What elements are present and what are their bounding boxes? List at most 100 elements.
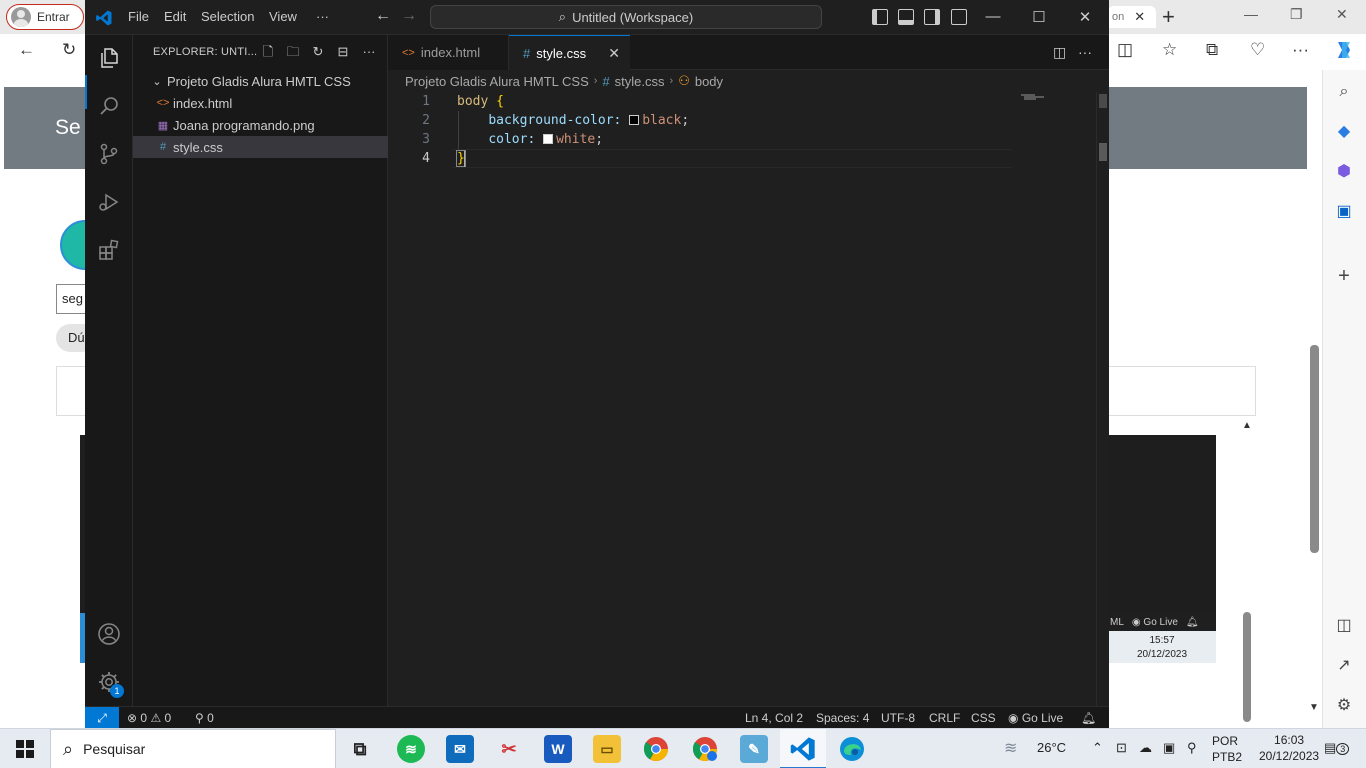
edge-tab[interactable]: on ✕ (1108, 6, 1156, 28)
ports-status[interactable]: ⚲ 0 (195, 711, 214, 725)
menu-selection[interactable]: Selection (201, 9, 254, 24)
go-live-button[interactable]: ◉ Go Live (1008, 711, 1063, 725)
breadcrumb-symbol[interactable]: body (695, 74, 723, 89)
close-icon[interactable]: ✕ (608, 45, 620, 62)
split-editor-icon[interactable]: ◫ (1053, 44, 1066, 61)
more-actions-icon[interactable]: ··· (361, 44, 377, 60)
minimize-icon[interactable]: — (1244, 6, 1258, 22)
notepad-icon[interactable]: ✎ (740, 735, 768, 763)
problems-status[interactable]: ⊗ 0 ⚠ 0 (127, 711, 171, 725)
file-explorer-icon[interactable]: ▭ (593, 735, 621, 763)
gear-icon[interactable]: ⚙ (1334, 696, 1354, 716)
close-icon[interactable]: ✕ (1336, 6, 1348, 23)
page-scrollbar[interactable] (1310, 345, 1319, 553)
close-icon[interactable]: ✕ (1134, 9, 1145, 25)
weather-icon[interactable]: ≋ (1004, 738, 1017, 758)
breadcrumb-file[interactable]: style.css (615, 74, 665, 89)
camera-icon[interactable]: ▣ (1163, 740, 1175, 756)
heart-pulse-icon[interactable]: ♡ (1250, 40, 1265, 60)
indentation-status[interactable]: Spaces: 4 (816, 711, 869, 725)
spotify-icon[interactable]: ≋ (397, 735, 425, 763)
menu-edit[interactable]: Edit (164, 9, 186, 24)
accounts-icon[interactable] (97, 622, 121, 646)
task-view-icon[interactable]: ⧉ (346, 735, 374, 763)
bell-icon[interactable]: 🔔︎ (1081, 711, 1096, 725)
back-icon[interactable]: ← (375, 7, 391, 25)
mail-icon[interactable]: ✉ (446, 735, 474, 763)
tray-app-icon[interactable]: ⊡ (1116, 740, 1127, 756)
scroll-up-icon[interactable]: ▲ (1242, 420, 1252, 431)
refresh-icon[interactable]: ↻ (310, 44, 326, 60)
new-tab-icon[interactable]: + (1162, 4, 1175, 30)
code-editor[interactable]: 1 body { 2 background-color: black; 3 co… (388, 92, 1109, 706)
copilot-icon[interactable] (1332, 38, 1356, 67)
weather-temp[interactable]: 26°C (1037, 740, 1066, 755)
collections-icon[interactable]: ⧉ (1206, 40, 1218, 60)
chevron-up-icon[interactable]: ⌃ (1092, 740, 1103, 756)
split-screen-icon[interactable]: ◫ (1117, 40, 1133, 60)
notification-icon[interactable]: ▤ 3 (1324, 740, 1350, 756)
outlook-icon[interactable]: ▣ (1334, 202, 1354, 222)
search-icon[interactable]: ⌕ (1334, 82, 1354, 102)
tab-style-css[interactable]: # style.css ✕ (509, 35, 630, 70)
language-mode[interactable]: CSS (971, 711, 996, 725)
more-icon[interactable]: ··· (1292, 40, 1309, 60)
network-icon[interactable]: ⚲ (1187, 740, 1197, 756)
collapse-all-icon[interactable]: ⊟ (335, 44, 351, 60)
file-row-style-css[interactable]: # style.css (133, 136, 388, 158)
more-actions-icon[interactable]: ··· (1078, 44, 1092, 60)
cursor-position[interactable]: Ln 4, Col 2 (745, 711, 803, 725)
cloud-icon[interactable]: ☁ (1139, 740, 1152, 756)
toggle-primary-sidebar-icon[interactable] (872, 9, 888, 25)
command-center-search[interactable]: ⌕ Untitled (Workspace) (430, 5, 822, 29)
breadcrumb-folder[interactable]: Projeto Gladis Alura HMTL CSS (405, 74, 589, 89)
customize-layout-icon[interactable] (951, 9, 967, 25)
editor-scrollbar-thumb[interactable] (1099, 94, 1107, 108)
back-icon[interactable]: ← (18, 40, 35, 60)
edge-profile-button[interactable]: Entrar (6, 4, 84, 30)
edge-icon[interactable] (838, 735, 866, 763)
encoding-status[interactable]: UTF-8 (881, 711, 915, 725)
close-icon[interactable]: ✕ (1075, 8, 1095, 26)
maximize-icon[interactable]: ☐ (1029, 8, 1049, 26)
vscode-icon[interactable] (789, 735, 817, 763)
scroll-down-icon[interactable]: ▼ (1309, 702, 1319, 713)
chrome-icon[interactable] (642, 735, 670, 763)
snipping-tool-icon[interactable]: ✂ (495, 735, 523, 763)
folder-row[interactable]: ⌄ Projeto Gladis Alura HMTL CSS (133, 70, 388, 92)
explorer-icon[interactable] (97, 46, 121, 70)
source-control-icon[interactable] (97, 142, 121, 166)
add-icon[interactable]: + (1334, 266, 1354, 286)
run-debug-icon[interactable] (97, 190, 121, 214)
editor-scrollbar[interactable] (1096, 92, 1109, 706)
windows-start-icon[interactable] (16, 740, 34, 758)
menu-more[interactable]: ··· (316, 9, 329, 24)
page-inner-scrollbar[interactable] (1243, 612, 1251, 722)
eol-status[interactable]: CRLF (929, 711, 960, 725)
file-row-image[interactable]: ▦ Joana programando.png (133, 114, 388, 136)
toggle-secondary-sidebar-icon[interactable] (924, 9, 940, 25)
office-icon[interactable]: ⬢ (1334, 162, 1354, 182)
search-icon[interactable] (97, 94, 121, 118)
shopping-icon[interactable]: ◆ (1334, 122, 1354, 142)
color-swatch-white[interactable] (543, 134, 554, 144)
sidebar-toggle-icon[interactable]: ◫ (1334, 616, 1354, 636)
input-language[interactable]: POR PTB2 (1212, 733, 1242, 765)
menu-view[interactable]: View (269, 9, 297, 24)
color-swatch-black[interactable] (629, 115, 640, 125)
toggle-panel-icon[interactable] (898, 9, 914, 25)
restore-icon[interactable]: ❐ (1290, 6, 1303, 23)
refresh-icon[interactable]: ↻ (62, 40, 76, 60)
favorites-icon[interactable]: ☆ (1162, 40, 1177, 60)
taskbar-search[interactable]: ⌕ Pesquisar (50, 729, 336, 768)
new-file-icon[interactable]: 🗋︎ (260, 44, 276, 60)
chrome-profile-icon[interactable] (691, 735, 719, 763)
extensions-icon[interactable] (97, 238, 121, 262)
system-clock[interactable]: 16:03 20/12/2023 (1259, 732, 1319, 764)
forward-icon[interactable]: → (401, 7, 417, 25)
tab-index-html[interactable]: <> index.html (388, 35, 509, 70)
word-icon[interactable]: W (544, 735, 572, 763)
menu-file[interactable]: File (128, 9, 149, 24)
remote-icon[interactable]: ⤢ (85, 707, 119, 729)
minimize-icon[interactable]: — (983, 8, 1003, 25)
